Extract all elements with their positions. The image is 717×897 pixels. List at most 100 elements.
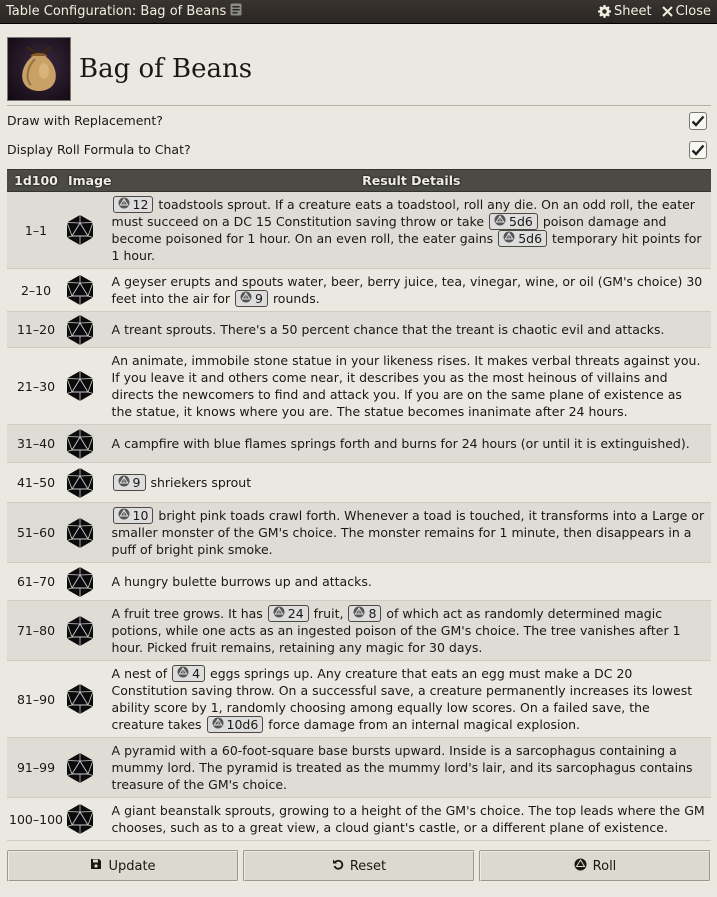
dice-icon (118, 508, 130, 523)
result-range: 21–30 (16, 378, 56, 394)
result-range: 51–60 (16, 525, 56, 540)
inline-roll-formula: 8 (368, 606, 377, 621)
inline-roll-formula: 9 (132, 475, 141, 490)
inline-roll-formula: 9 (255, 291, 263, 306)
inline-roll-button[interactable]: 9 (235, 290, 268, 307)
d20-icon (65, 214, 112, 246)
table-config-window: Table Configuration: Bag of Beans Sheet … (0, 0, 717, 897)
window-titlebar[interactable]: Table Configuration: Bag of Beans Sheet … (0, 0, 717, 24)
inline-roll-formula: 5d6 (509, 214, 533, 229)
dice-icon (273, 606, 285, 621)
d20-icon (65, 683, 112, 715)
result-text-segment: A campfire with blue flames springs fort… (111, 436, 690, 451)
dice-icon (212, 717, 224, 732)
d20-icon (65, 370, 112, 402)
inline-roll-button[interactable]: 9 (112, 474, 146, 491)
result-text-segment: A giant beanstalk sprouts, growing to a … (111, 803, 705, 835)
inline-roll-formula: 10 (132, 508, 149, 523)
dice-icon (177, 666, 189, 681)
result-range: 31–40 (16, 436, 56, 451)
table-name: Bag of Beans (79, 53, 253, 84)
result-text: 12 toadstools sprout. If a creature eats… (112, 192, 711, 269)
document-icon[interactable] (230, 3, 242, 20)
dice-icon (240, 291, 252, 306)
inline-roll-button[interactable]: 5d6 (489, 213, 538, 230)
result-text: A nest of 4 eggs springs up. Any creatur… (112, 661, 711, 738)
dice-icon (574, 858, 587, 875)
table-row: 2–10 A geyser erupts and spouts water, be… (7, 269, 711, 312)
result-image (65, 425, 112, 463)
table-row: 11–20 A treant sprouts. There's a 50 perc… (7, 311, 711, 348)
result-image (65, 312, 112, 348)
inline-roll-button[interactable]: 8 (348, 605, 382, 622)
checkmark-icon (691, 115, 705, 127)
d20-icon (65, 314, 112, 346)
reset-label: Reset (349, 858, 387, 874)
inline-roll-button[interactable]: 10 (112, 507, 154, 524)
bag-of-beans-image[interactable] (7, 36, 71, 101)
roll-formula-checkbox[interactable] (689, 140, 707, 159)
replacement-checkbox[interactable] (689, 111, 707, 130)
gear-icon (597, 5, 611, 18)
d20-icon (65, 274, 112, 306)
result-range: 11–20 (16, 322, 56, 337)
undo-icon (332, 858, 344, 874)
result-text-segment: A nest of (111, 666, 172, 681)
table-row: 51–60 10 bright pink toads crawl forth. W… (7, 502, 711, 563)
d20-icon (65, 752, 112, 784)
roll-label: Roll (592, 858, 617, 874)
inline-roll-button[interactable]: 10d6 (206, 716, 264, 733)
update-button[interactable]: Update (7, 850, 239, 882)
result-text: A treant sprouts. There's a 50 percent c… (112, 312, 711, 348)
inline-roll-formula: 5d6 (518, 231, 543, 246)
result-text: 10 bright pink toads crawl forth. Whenev… (112, 503, 711, 563)
result-image (65, 503, 112, 563)
result-image (65, 601, 112, 661)
dice-icon (353, 606, 365, 621)
table-row: 81–90 A nest of 4 eggs springs up. Any cr… (7, 661, 711, 738)
result-text-segment: shriekers sprout (146, 475, 252, 490)
result-range: 91–99 (16, 760, 56, 775)
save-icon (90, 858, 102, 874)
result-range: 61–70 (16, 574, 56, 589)
inline-roll-button[interactable]: 5d6 (498, 230, 548, 247)
result-text-segment: fruit, (309, 606, 348, 621)
result-text-segment: A geyser erupts and spouts water, beer, … (111, 274, 703, 306)
result-range: 100–100 (9, 811, 63, 827)
result-image (65, 661, 112, 738)
reset-button[interactable]: Reset (243, 850, 475, 882)
dice-icon (118, 197, 130, 212)
d20-icon (65, 615, 112, 647)
d20-icon (65, 517, 112, 549)
result-text-segment: force damage from an internal magical ex… (264, 717, 581, 732)
result-text-segment: bright pink toads crawl forth. Whenever … (111, 508, 705, 557)
col-image-header: Image (65, 169, 112, 192)
update-label: Update (108, 858, 156, 874)
result-text: A giant beanstalk sprouts, growing to a … (112, 798, 711, 841)
inline-roll-button[interactable]: 24 (267, 605, 309, 622)
window-title: Table Configuration: Bag of Beans (6, 4, 227, 19)
d20-icon (65, 428, 112, 460)
option-label: Display Roll Formula to Chat? (7, 142, 191, 157)
results-table: 1d100 Image Result Details 1–1 12 toadsto… (7, 169, 711, 841)
checkmark-icon (691, 144, 705, 156)
result-range: 2–10 (20, 282, 52, 298)
sheet-button[interactable]: Sheet (597, 4, 652, 19)
table-header: Bag of Beans (7, 32, 711, 106)
d20-icon (65, 803, 112, 835)
inline-roll-button[interactable]: 4 (172, 665, 206, 682)
inline-roll-button[interactable]: 12 (112, 196, 154, 213)
col-range-header: 1d100 (7, 169, 65, 192)
result-text: A campfire with blue flames springs fort… (112, 425, 711, 463)
result-text-segment: rounds. (268, 291, 320, 306)
d20-icon (65, 467, 112, 499)
result-text-segment: An animate, immobile stone statue in you… (111, 353, 701, 419)
result-text-segment: A fruit tree grows. It has (111, 606, 267, 621)
result-text: A hungry bulette burrows up and attacks. (112, 563, 711, 601)
result-image (65, 463, 112, 503)
option-display-roll-formula: Display Roll Formula to Chat? (7, 135, 711, 164)
result-image (65, 348, 112, 425)
close-button[interactable]: Close (661, 4, 711, 19)
roll-button[interactable]: Roll (479, 850, 711, 882)
table-row: 100–100 A giant beanstalk sprouts, growin… (7, 798, 711, 841)
